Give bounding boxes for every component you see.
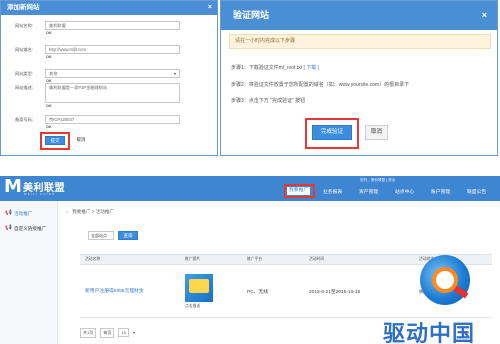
megaphone-icon: 📢	[5, 210, 12, 216]
watermark-text: 驱动中国	[383, 321, 476, 344]
breadcrumb-leaf: 活动推广	[95, 209, 115, 214]
platform-cell: PC、无线	[242, 264, 304, 318]
promo-image-caption[interactable]: 点击推送	[185, 304, 242, 309]
step-2: 步骤2：将验证文件放置于您所配置的域名（如：www.yoursite.com）的…	[231, 82, 410, 88]
site-domain-input[interactable]: http://www.mljlr.com	[45, 45, 180, 54]
icp-ok: OK	[46, 125, 52, 129]
step-3: 步骤3：点击下方 "完成验证" 按钮	[231, 97, 305, 104]
icp-number-input[interactable]: 京ICP120037	[45, 115, 180, 124]
page-size-select[interactable]: 10	[118, 328, 129, 337]
nav-reports[interactable]: 业务报表	[323, 188, 342, 195]
site-filter-value: 全部站点	[91, 233, 107, 238]
field-label-site-name: 网站名称:	[15, 23, 33, 28]
time-cell: 2015-9-21至2015-10-15	[304, 264, 414, 318]
site-filter-select[interactable]: 全部站点	[88, 231, 114, 240]
step-3-suffix: 按钮	[295, 98, 306, 104]
site-name-input[interactable]: 美利联盟	[45, 21, 180, 30]
field-label-site-desc: 网站描述:	[15, 85, 33, 90]
chevron-down-icon: ▾	[133, 330, 136, 335]
site-desc-ok: OK	[46, 104, 52, 108]
col-platform: 推广平台	[242, 254, 304, 265]
activity-name-link[interactable]: 新用户注册得8888元理财金	[85, 289, 144, 294]
page-size-label: 每页	[100, 328, 115, 338]
breadcrumb: ⌂ 我要推广 > 活动推广	[66, 209, 114, 215]
add-website-dialog: 添加新网站 × 网站名称: 美利联盟 OK 网站域名: http://www.m…	[0, 0, 218, 156]
nav-account[interactable]: 账户管理	[431, 188, 450, 195]
col-activity-time: 活动时间	[304, 254, 414, 265]
verify-website-dialog: 验证网站 × 请在一小时内完成以下步骤 步骤1：下载验证文件ml_root.tx…	[220, 0, 498, 156]
step-3-quote: "完成验证"	[270, 98, 294, 104]
cancel-button[interactable]: 取消	[72, 136, 90, 145]
nav-assets[interactable]: 资产管理	[359, 188, 378, 195]
site-name-ok: OK	[46, 31, 52, 35]
sidebar-item-label: 活动推广	[14, 211, 33, 216]
pagination: 共1页 每页 10 ▾	[80, 328, 135, 338]
sidebar-item-custom-link[interactable]: 📢 自定义链接推广	[3, 223, 55, 234]
submit-button[interactable]: 提交	[45, 136, 65, 145]
site-type-value: 其他	[49, 71, 58, 76]
brand-subtitle: MEILI UNION	[24, 192, 56, 196]
megaphone-icon: 📢	[5, 225, 12, 231]
step-3-prefix: 步骤3：点击下方	[231, 98, 269, 104]
verify-website-title: 验证网站	[233, 10, 270, 20]
site-domain-ok: OK	[46, 55, 52, 59]
page-total: 共1页	[80, 328, 97, 338]
verify-website-dialog-header: 验证网站 ×	[221, 1, 497, 30]
top-navigation-bar: M 美利联盟 MEILI UNION 您好，美利联盟 | 退出 我要推广 业务报…	[0, 176, 500, 201]
query-button[interactable]: 查询	[118, 231, 138, 240]
sidebar-item-label: 自定义链接推广	[14, 226, 47, 231]
col-activity-name: 活动名称	[80, 254, 180, 265]
download-link[interactable]: [ 下载 ]	[304, 65, 320, 71]
home-icon: ⌂	[66, 209, 69, 214]
field-label-icp: 备案号码:	[15, 117, 33, 122]
sidebar: 📢 活动推广 📢 自定义链接推广	[0, 201, 58, 344]
breadcrumb-separator: >	[91, 209, 95, 214]
close-icon[interactable]: ×	[482, 1, 487, 30]
complete-verification-button[interactable]: 完成验证	[312, 125, 352, 140]
cancel-button[interactable]: 取消	[365, 125, 388, 140]
sidebar-item-activity[interactable]: 📢 活动推广	[3, 208, 55, 219]
site-description-textarea[interactable]: 美利联盟是一家P2P金融理财站	[45, 83, 180, 103]
nav-announcements[interactable]: 联盟公告	[467, 188, 486, 195]
add-website-title: 添加新网站	[7, 4, 40, 11]
close-icon[interactable]: ×	[208, 1, 212, 15]
step-1: 步骤1：下载验证文件ml_root.txt [ 下载 ]	[231, 64, 319, 71]
breadcrumb-root[interactable]: 我要推广	[72, 209, 90, 214]
time-limit-notice: 请在一小时内完成以下步骤	[229, 34, 491, 49]
site-type-select[interactable]: 其他 ▾	[45, 69, 180, 78]
add-website-dialog-header: 添加新网站 ×	[1, 1, 217, 15]
chevron-down-icon: ▾	[173, 71, 176, 76]
step-1-text: 步骤1：下载验证文件ml_root.txt	[231, 65, 303, 71]
watermark-logo-icon	[420, 255, 470, 305]
field-label-site-type: 网站类型:	[15, 71, 33, 76]
user-info[interactable]: 您好，美利联盟 | 退出	[360, 178, 395, 183]
col-promo-image: 推广图片	[180, 254, 242, 265]
nav-site-center[interactable]: 站点中心	[395, 188, 414, 195]
field-label-site-domain: 网站域名:	[15, 47, 33, 52]
watermark-logo-tail	[453, 285, 469, 299]
logo-m-icon: M	[4, 176, 22, 197]
nav-highlight	[284, 184, 315, 198]
promo-image	[185, 273, 213, 302]
